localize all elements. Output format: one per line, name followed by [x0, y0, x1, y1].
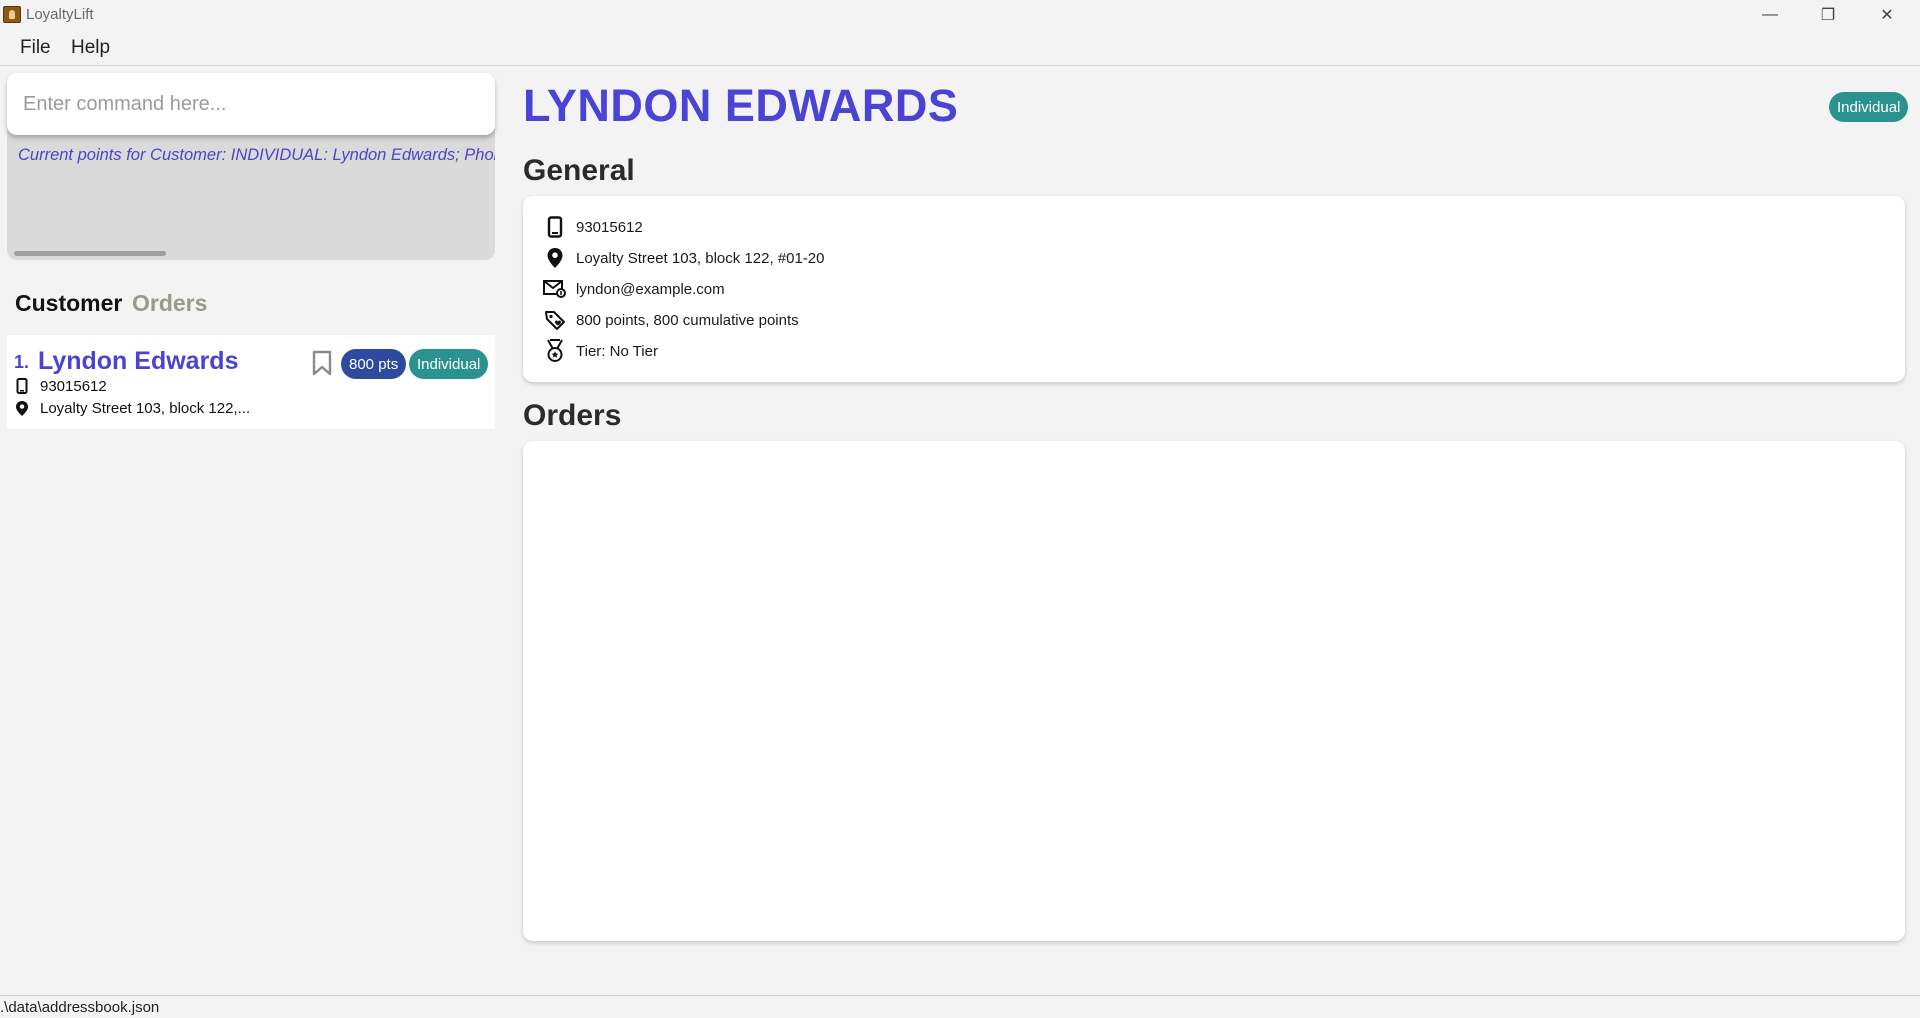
customer-phone: 93015612	[40, 377, 107, 395]
customer-address: Loyalty Street 103, block 122,...	[40, 399, 251, 417]
status-bar: .\data\addressbook.json	[0, 995, 1920, 1018]
medal-icon	[543, 339, 567, 363]
detail-points-row: 800 points, 800 cumulative points	[543, 308, 799, 332]
minimize-icon: —	[1762, 5, 1778, 23]
detail-tier-row: Tier: No Tier	[543, 339, 658, 363]
general-info-card: 93015612 Loyalty Street 103, block 122, …	[523, 196, 1905, 382]
customer-type-badge: Individual	[409, 349, 489, 379]
phone-icon	[13, 377, 31, 395]
minimize-button[interactable]: —	[1741, 0, 1799, 29]
tab-orders[interactable]: Orders	[132, 290, 207, 317]
menu-file[interactable]: File	[20, 37, 51, 59]
menu-help[interactable]: Help	[71, 37, 110, 59]
detail-points: 800 points, 800 cumulative points	[576, 311, 799, 329]
tab-customer[interactable]: Customer	[15, 290, 122, 317]
window-title: LoyaltyLift	[26, 6, 94, 23]
maximize-button[interactable]: ❐	[1799, 0, 1857, 29]
mail-icon	[543, 277, 567, 301]
general-heading: General	[523, 154, 635, 187]
detail-phone: 93015612	[576, 218, 643, 236]
command-box	[7, 73, 495, 135]
app-logo-icon	[3, 6, 21, 23]
detail-tier: Tier: No Tier	[576, 342, 658, 360]
location-pin-icon	[543, 246, 567, 270]
orders-heading: Orders	[523, 399, 622, 432]
detail-email: lyndon@example.com	[576, 280, 725, 298]
close-icon: ✕	[1880, 6, 1894, 24]
phone-icon	[543, 215, 567, 239]
restore-icon: ❐	[1820, 6, 1836, 24]
result-message: Current points for Customer: INDIVIDUAL:…	[18, 146, 495, 164]
detail-address-row: Loyalty Street 103, block 122, #01-20	[543, 246, 825, 270]
customer-detail-type-badge: Individual	[1829, 92, 1909, 122]
customer-address-row: Loyalty Street 103, block 122,...	[13, 399, 250, 417]
customer-phone-row: 93015612	[13, 377, 107, 395]
result-display: Current points for Customer: INDIVIDUAL:…	[7, 120, 495, 260]
detail-address: Loyalty Street 103, block 122, #01-20	[576, 249, 825, 267]
customer-name: Lyndon Edwards	[38, 347, 239, 375]
save-file-path: .\data\addressbook.json	[0, 999, 160, 1016]
detail-email-row: lyndon@example.com	[543, 277, 725, 301]
customer-index: 1.	[14, 352, 30, 372]
menu-bar: File Help	[0, 29, 1920, 66]
customer-list-item[interactable]: 1. Lyndon Edwards 800 pts Individual 930…	[7, 335, 495, 429]
orders-list-panel	[523, 441, 1905, 941]
title-bar: LoyaltyLift — ❐ ✕	[0, 0, 1920, 29]
location-pin-icon	[13, 399, 31, 417]
result-horizontal-scrollbar[interactable]	[14, 251, 166, 256]
detail-phone-row: 93015612	[543, 215, 643, 239]
close-button[interactable]: ✕	[1858, 0, 1916, 29]
customer-detail-name: LYNDON EDWARDS	[523, 80, 959, 131]
points-badge: 800 pts	[341, 349, 407, 379]
command-input[interactable]	[21, 73, 481, 135]
tag-icon	[543, 308, 567, 332]
bookmark-icon[interactable]	[311, 350, 333, 376]
